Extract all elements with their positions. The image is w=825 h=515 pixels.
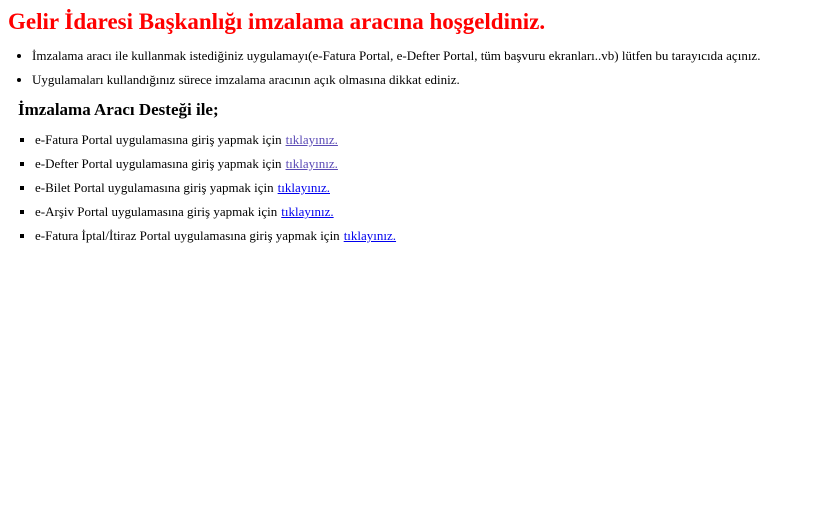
- portal-item-text: e-Defter Portal uygulamasına giriş yapma…: [35, 156, 282, 172]
- page-title: Gelir İdaresi Başkanlığı imzalama aracın…: [8, 9, 546, 34]
- portal-list-item: e-Fatura Portal uygulamasına giriş yapma…: [35, 132, 817, 147]
- e-fatura-portal-link[interactable]: tıklayınız.: [286, 132, 338, 147]
- portal-list-item: e-Fatura İptal/İtiraz Portal uygulamasın…: [35, 228, 817, 243]
- e-arsiv-portal-link[interactable]: tıklayınız.: [281, 204, 333, 219]
- info-list-item: İmzalama aracı ile kullanmak istediğiniz…: [32, 48, 817, 63]
- info-list-item: Uygulamaları kullandığınız sürece imzala…: [32, 72, 817, 87]
- portal-list-item: e-Arşiv Portal uygulamasına giriş yapmak…: [35, 204, 817, 219]
- portal-links-list: e-Fatura Portal uygulamasına giriş yapma…: [8, 132, 817, 243]
- portal-item-text: e-Fatura İptal/İtiraz Portal uygulamasın…: [35, 228, 340, 244]
- portal-item-text: e-Arşiv Portal uygulamasına giriş yapmak…: [35, 204, 278, 220]
- e-fatura-iptal-itiraz-portal-link[interactable]: tıklayınız.: [344, 228, 396, 243]
- portal-item-text: e-Fatura Portal uygulamasına giriş yapma…: [35, 132, 282, 148]
- info-list: İmzalama aracı ile kullanmak istediğiniz…: [8, 48, 817, 87]
- portal-list-item: e-Defter Portal uygulamasına giriş yapma…: [35, 156, 817, 171]
- page: { "page": { "title": "Gelir İdaresi Başk…: [0, 0, 825, 515]
- portal-item-text: e-Bilet Portal uygulamasına giriş yapmak…: [35, 180, 274, 196]
- e-defter-portal-link[interactable]: tıklayınız.: [286, 156, 338, 171]
- section-heading: İmzalama Aracı Desteği ile;: [18, 100, 219, 120]
- portal-list-item: e-Bilet Portal uygulamasına giriş yapmak…: [35, 180, 817, 195]
- e-bilet-portal-link[interactable]: tıklayınız.: [278, 180, 330, 195]
